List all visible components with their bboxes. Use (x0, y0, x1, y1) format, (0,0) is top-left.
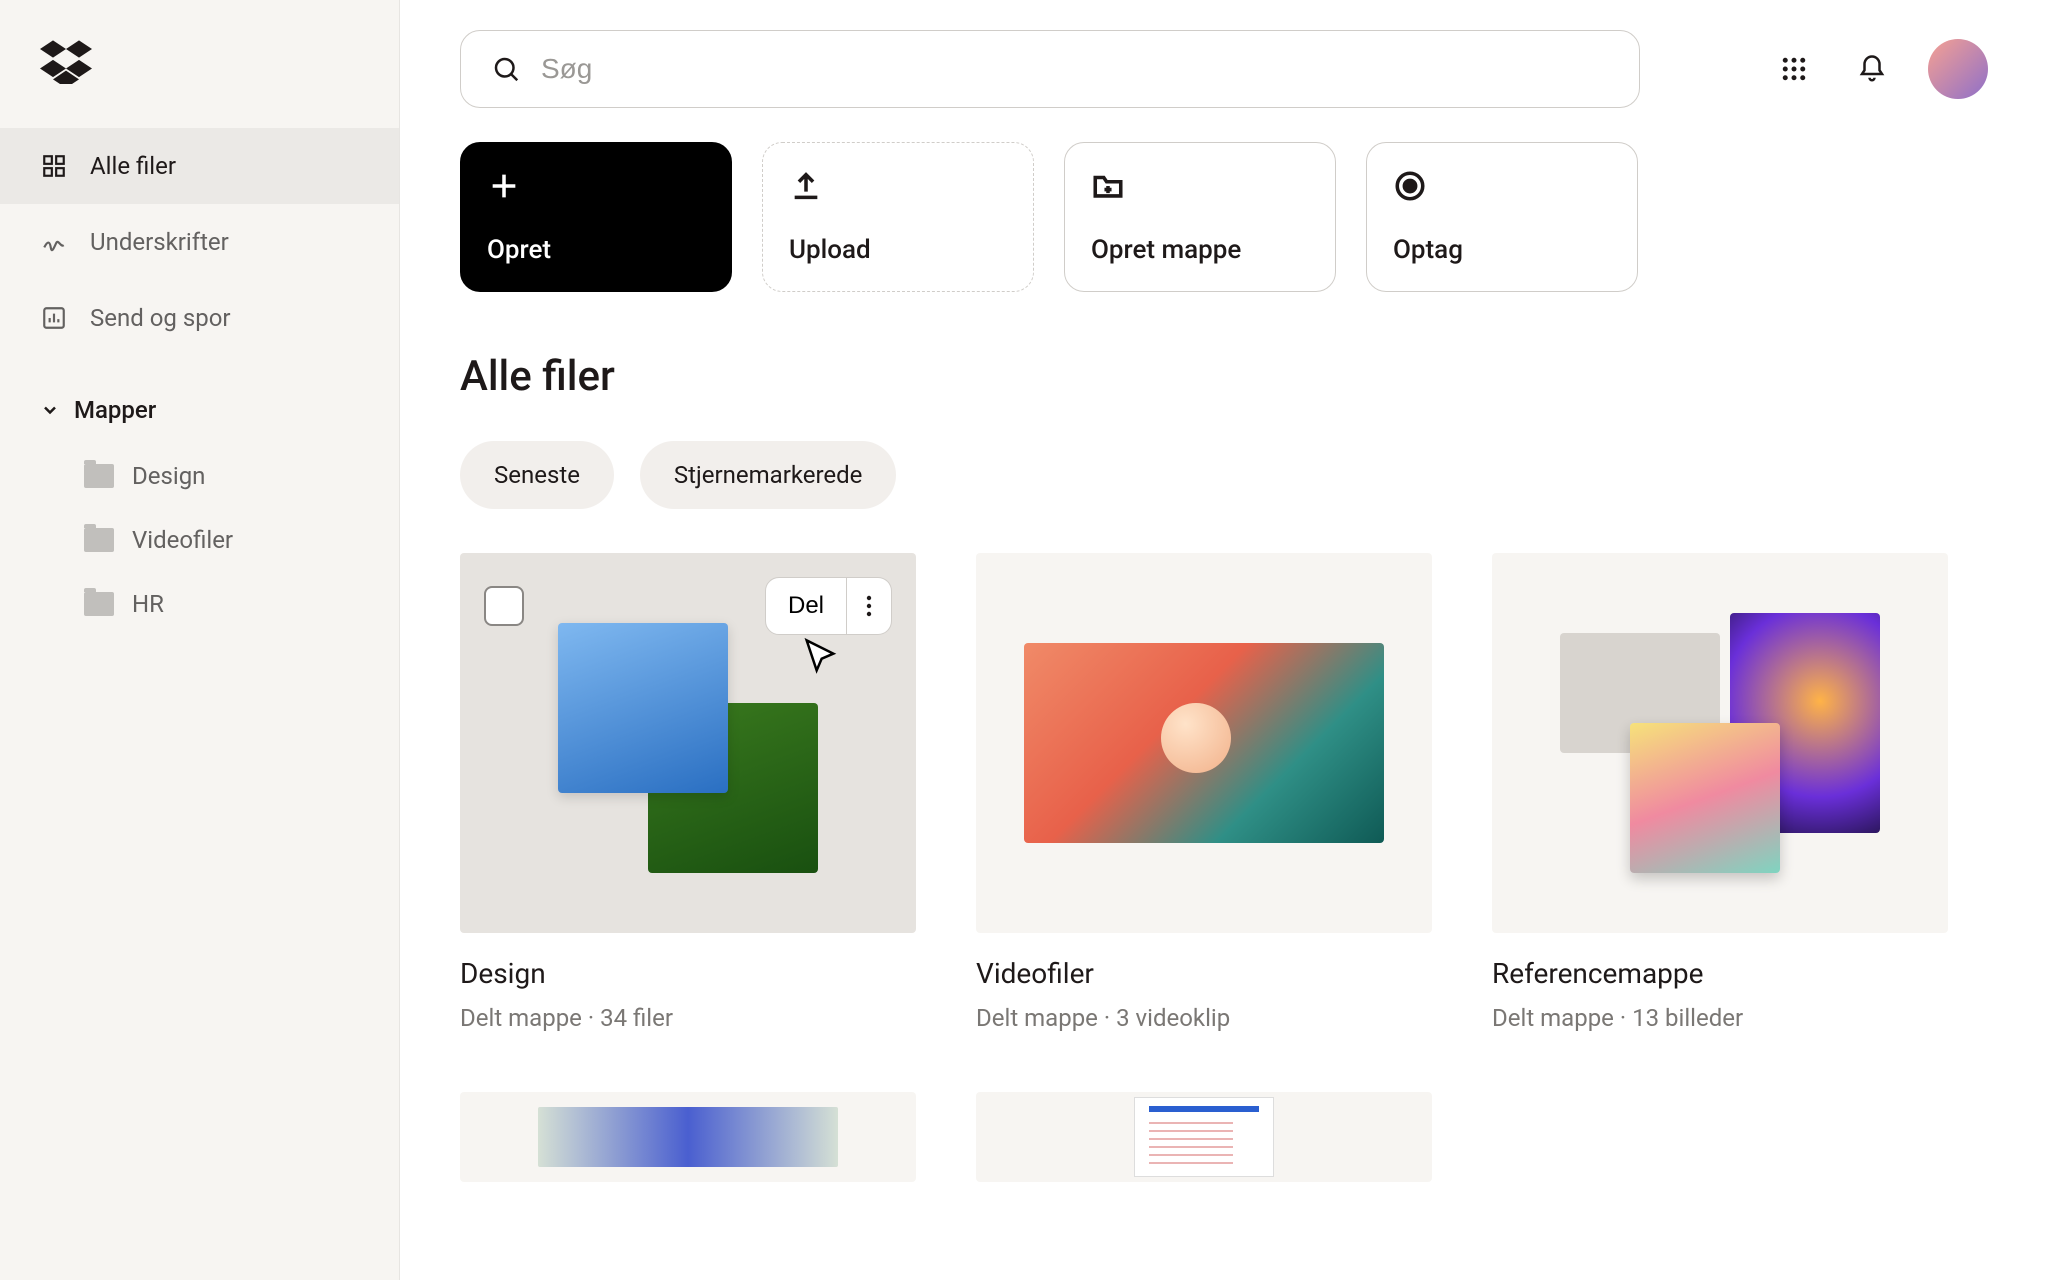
record-button[interactable]: Optag (1366, 142, 1638, 292)
create-folder-button[interactable]: Opret mappe (1064, 142, 1336, 292)
action-label: Opret (487, 235, 705, 265)
topbar (460, 30, 1988, 108)
top-actions (1772, 39, 1988, 99)
page-title: Alle filer (460, 352, 1988, 401)
folder-label: HR (132, 590, 164, 618)
card-meta: Delt mappe · 34 filer (460, 1004, 916, 1032)
folder-thumbnail (1492, 553, 1948, 933)
sidebar: Alle filer Underskrifter Send og spor Ma… (0, 0, 400, 1280)
sidebar-item-signatures[interactable]: Underskrifter (0, 204, 399, 280)
bell-icon (1857, 54, 1887, 84)
card-title: Design (460, 957, 916, 990)
signature-icon (40, 228, 68, 256)
chip-recent[interactable]: Seneste (460, 441, 614, 509)
action-label: Optag (1393, 235, 1611, 265)
upload-icon (789, 169, 823, 203)
folder-card-reference[interactable]: Referencemappe Delt mappe · 13 billeder (1492, 553, 1948, 1032)
nav-label: Underskrifter (90, 228, 229, 256)
card-meta: Delt mappe · 13 billeder (1492, 1004, 1948, 1032)
card-meta: Delt mappe · 3 videoklip (976, 1004, 1432, 1032)
apps-grid-icon (1779, 54, 1809, 84)
create-button[interactable]: Opret (460, 142, 732, 292)
search-icon (491, 54, 521, 84)
folder-label: Design (132, 462, 205, 490)
thumbnail-art (1024, 643, 1384, 843)
sidebar-item-send-track[interactable]: Send og spor (0, 280, 399, 356)
folder-card-videofiler[interactable]: Videofiler Delt mappe · 3 videoklip (976, 553, 1432, 1032)
folder-card-design[interactable]: Del Design Delt mappe · 34 filer (460, 553, 916, 1032)
more-button[interactable] (847, 577, 892, 635)
folder-icon (84, 464, 114, 488)
user-avatar[interactable] (1928, 39, 1988, 99)
action-cards: Opret Upload Opret mappe Optag (460, 142, 1988, 292)
record-icon (1393, 169, 1427, 203)
filter-chips: Seneste Stjernemarkerede (460, 441, 1988, 509)
card-title: Videofiler (976, 957, 1432, 990)
thumbnail-art (558, 613, 818, 873)
folder-thumbnail (976, 1092, 1432, 1182)
chip-starred[interactable]: Stjernemarkerede (640, 441, 896, 509)
action-label: Opret mappe (1091, 235, 1309, 265)
nav-label: Alle filer (90, 152, 176, 180)
nav-label: Send og spor (90, 304, 231, 332)
action-label: Upload (789, 235, 1007, 265)
search-field[interactable] (460, 30, 1640, 108)
folder-item-videofiler[interactable]: Videofiler (84, 508, 359, 572)
notifications-button[interactable] (1850, 47, 1894, 91)
folder-list: Design Videofiler HR (40, 444, 359, 636)
folder-icon (84, 528, 114, 552)
sidebar-item-all-files[interactable]: Alle filer (0, 128, 399, 204)
folder-thumbnail (460, 1092, 916, 1182)
dropbox-logo-icon[interactable] (40, 40, 92, 84)
analytics-icon (40, 304, 68, 332)
folders-section: Mapper Design Videofiler HR (0, 376, 399, 636)
folder-plus-icon (1091, 169, 1125, 203)
grid-icon (40, 152, 68, 180)
file-grid: Del Design Delt mappe · 34 filer Videofi… (460, 553, 1988, 1182)
nav-list: Alle filer Underskrifter Send og spor (0, 128, 399, 356)
folders-label: Mapper (74, 396, 156, 424)
select-checkbox[interactable] (484, 586, 524, 626)
logo-wrap (0, 40, 399, 128)
folder-thumbnail (976, 553, 1432, 933)
card-title: Referencemappe (1492, 957, 1948, 990)
chevron-down-icon (40, 400, 60, 420)
cursor-icon (800, 637, 840, 677)
search-input[interactable] (541, 53, 1609, 85)
more-vertical-icon (865, 594, 873, 618)
folder-card-partial[interactable] (976, 1092, 1432, 1182)
folder-item-design[interactable]: Design (84, 444, 359, 508)
folder-thumbnail: Del (460, 553, 916, 933)
thumbnail-art (1134, 1097, 1274, 1177)
folders-toggle[interactable]: Mapper (40, 376, 359, 444)
folder-label: Videofiler (132, 526, 233, 554)
thumbnail-art (538, 1107, 838, 1167)
folder-icon (84, 592, 114, 616)
folder-item-hr[interactable]: HR (84, 572, 359, 636)
folder-card-partial[interactable] (460, 1092, 916, 1182)
thumbnail-art (1560, 613, 1880, 873)
main: Opret Upload Opret mappe Optag Alle file… (400, 0, 2048, 1280)
apps-button[interactable] (1772, 47, 1816, 91)
plus-icon (487, 169, 521, 203)
upload-button[interactable]: Upload (762, 142, 1034, 292)
